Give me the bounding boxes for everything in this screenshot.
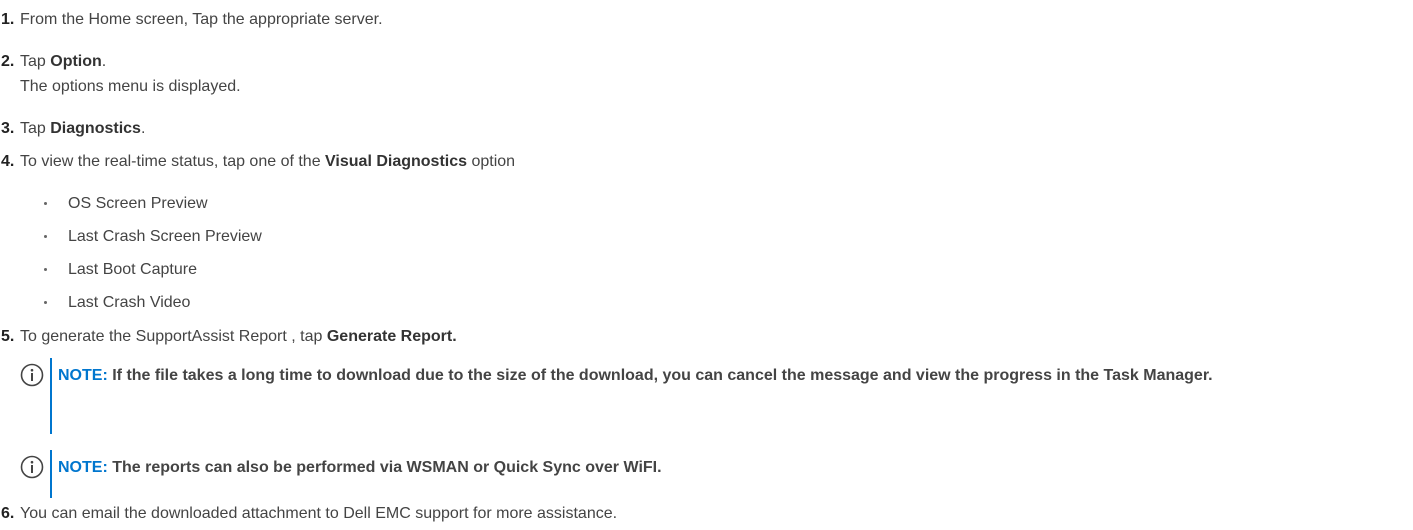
step-text: To generate the SupportAssist Report , t…: [20, 328, 457, 345]
step-number: 6.: [1, 505, 15, 522]
bullet-icon: [44, 202, 47, 205]
step-number: 3.: [1, 120, 15, 137]
note-accent-bar: [50, 358, 52, 434]
note-accent-bar: [50, 450, 52, 498]
step-text: You can email the downloaded attachment …: [20, 505, 618, 522]
note-text: NOTE: If the file takes a long time to d…: [58, 367, 1213, 384]
note-label: NOTE:: [58, 367, 108, 384]
bullet-icon: [44, 268, 47, 271]
ui-term-option: Option: [50, 53, 102, 70]
step-text: From the Home screen, Tap the appropriat…: [20, 11, 383, 28]
step-text: Tap Diagnostics.: [20, 120, 146, 137]
info-circle-icon: [20, 455, 44, 479]
ui-term-diagnostics: Diagnostics: [50, 120, 141, 137]
list-item-text: Last Crash Video: [68, 294, 191, 311]
list-item-text: Last Crash Screen Preview: [68, 228, 262, 245]
step-text: To view the real-time status, tap one of…: [20, 153, 516, 170]
list-item-text: OS Screen Preview: [68, 195, 208, 212]
step-number: 1.: [1, 11, 15, 28]
note-text: NOTE: The reports can also be performed …: [58, 459, 662, 476]
note-label: NOTE:: [58, 459, 108, 476]
step-result-text: The options menu is displayed.: [20, 78, 241, 95]
bullet-icon: [44, 301, 47, 304]
info-circle-icon: [20, 363, 44, 387]
ui-term-generate-report: Generate Report.: [326, 328, 457, 345]
step-number: 4.: [1, 153, 15, 170]
step-number: 2.: [1, 53, 15, 70]
bullet-icon: [44, 235, 47, 238]
step-number: 5.: [1, 328, 15, 345]
list-item-text: Last Boot Capture: [68, 261, 197, 278]
ui-term-visual-diagnostics: Visual Diagnostics: [325, 153, 468, 170]
step-text: Tap Option.: [20, 53, 107, 70]
